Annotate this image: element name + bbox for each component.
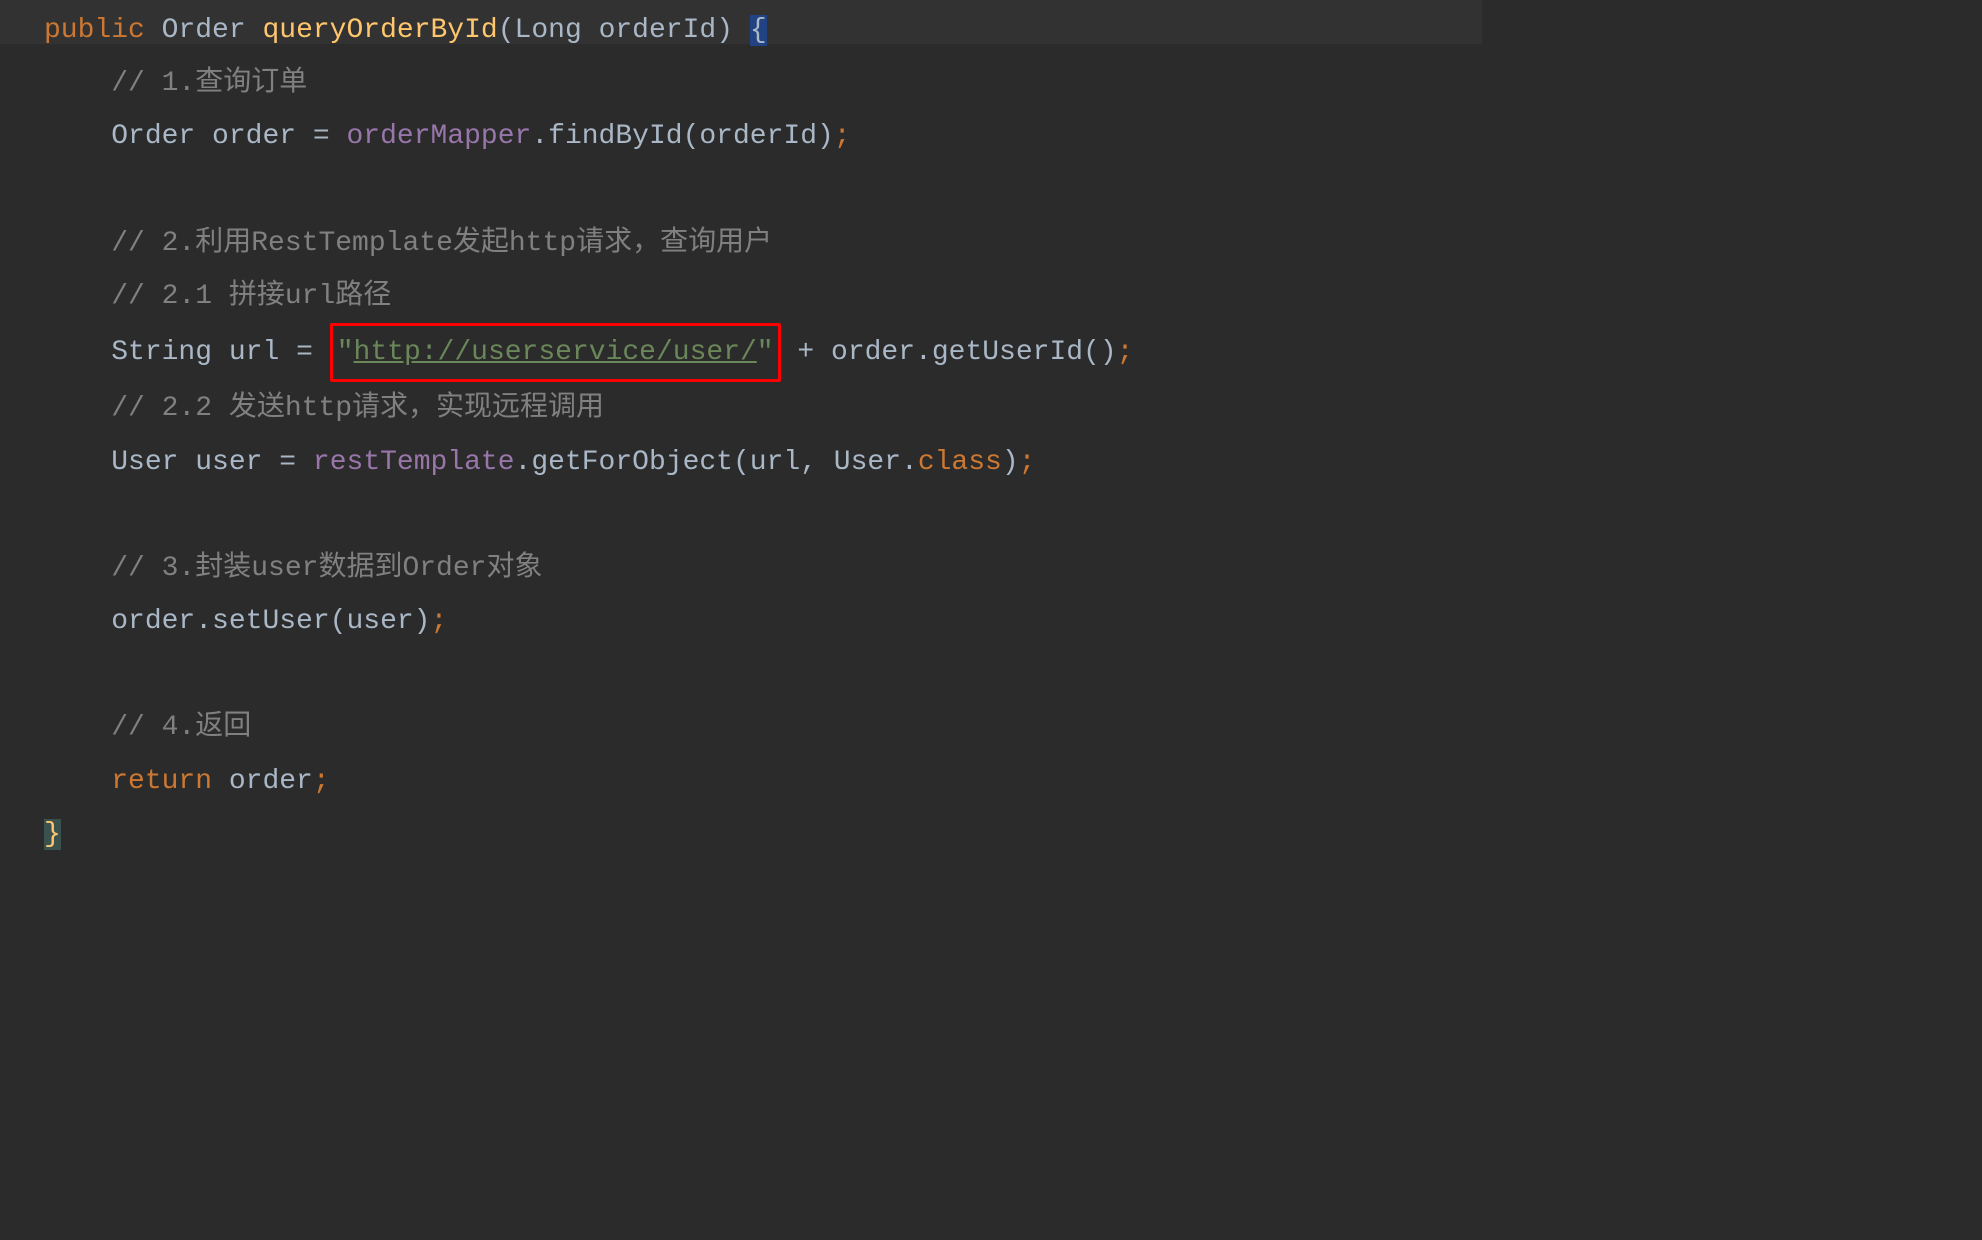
equals: = [313, 121, 330, 152]
var-name: user [195, 447, 262, 478]
comment-line: // 2.2 发送http请求，实现远程调用 [111, 393, 604, 424]
field-ref: restTemplate [313, 447, 515, 478]
return-type: Order [162, 15, 246, 46]
comment-line: // 2.1 拼接url路径 [111, 281, 391, 312]
var-type: User [111, 447, 178, 478]
semicolon: ; [1019, 447, 1036, 478]
string-url: http://userservice/user/ [354, 337, 757, 368]
code-block[interactable]: public Order queryOrderById(Long orderId… [0, 0, 1482, 861]
paren-open: ( [498, 15, 515, 46]
string-quote: " [757, 337, 774, 368]
close-brace: } [44, 819, 61, 850]
comment-line: // 4.返回 [111, 712, 251, 743]
return-keyword: return [111, 766, 212, 797]
field-ref: orderMapper [347, 121, 532, 152]
highlighted-string-box: "http://userservice/user/" [330, 323, 781, 382]
var-name: order [212, 121, 296, 152]
comment-line: // 2.利用RestTemplate发起http请求，查询用户 [111, 228, 772, 259]
return-var: order [212, 766, 313, 797]
equals: = [296, 337, 313, 368]
class-keyword: class [918, 447, 1002, 478]
semicolon: ; [313, 766, 330, 797]
code-editor[interactable]: public Order queryOrderById(Long orderId… [0, 0, 1482, 880]
var-type: String [111, 337, 212, 368]
paren-close: ) [1002, 447, 1019, 478]
statement: order.setUser(user) [111, 606, 430, 637]
var-type: Order [111, 121, 195, 152]
string-quote: " [337, 337, 354, 368]
method-call: .findById(orderId) [531, 121, 833, 152]
method-name: queryOrderById [262, 15, 497, 46]
var-name: url [229, 337, 279, 368]
method-call: .getForObject(url, User. [515, 447, 918, 478]
semicolon: ; [1117, 337, 1134, 368]
concat-expr: + order.getUserId() [781, 337, 1117, 368]
keyword-public: public [44, 15, 145, 46]
param-type: Long [515, 15, 582, 46]
param-name: orderId [599, 15, 717, 46]
semicolon: ; [430, 606, 447, 637]
semicolon: ; [834, 121, 851, 152]
paren-close: ) [716, 15, 733, 46]
comment-line: // 1.查询订单 [111, 68, 307, 99]
open-brace: { [750, 15, 767, 46]
equals: = [279, 447, 296, 478]
comment-line: // 3.封装user数据到Order对象 [111, 553, 542, 584]
